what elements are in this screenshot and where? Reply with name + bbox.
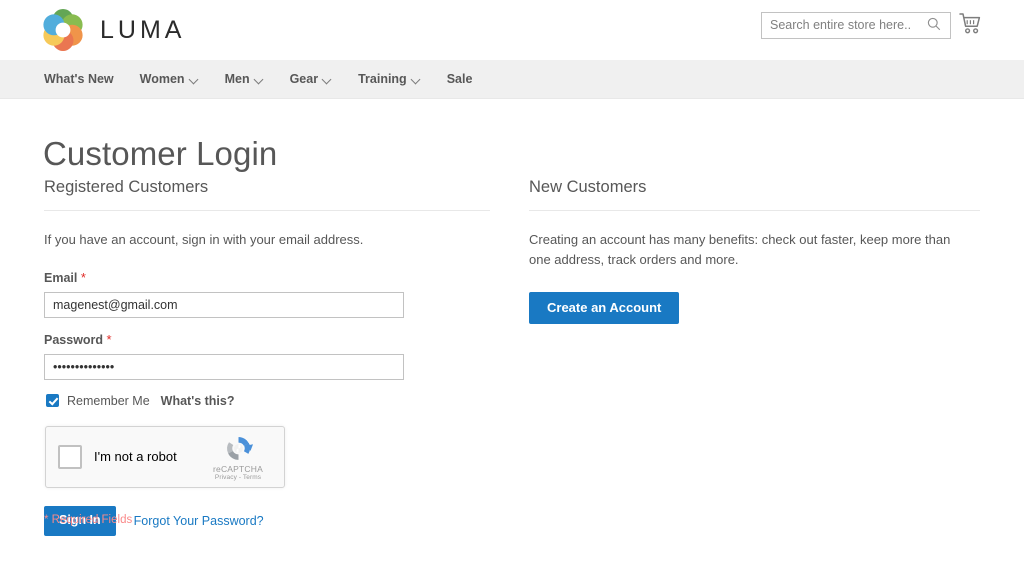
search-box[interactable]	[761, 12, 951, 39]
password-label-text: Password	[44, 332, 104, 347]
nav-item-women[interactable]: Women	[140, 72, 199, 86]
nav-label: Training	[358, 72, 407, 86]
remember-me-label: Remember Me	[67, 393, 150, 408]
remember-me-checkbox[interactable]	[46, 394, 59, 408]
nav-label: Sale	[446, 72, 473, 86]
chevron-down-icon	[255, 76, 264, 82]
password-field-group: Password *	[44, 332, 490, 380]
shopping-cart-icon	[959, 12, 983, 39]
search-input[interactable]	[762, 13, 920, 38]
recaptcha-label: I'm not a robot	[94, 449, 177, 465]
site-header: LUMA	[0, 0, 1024, 60]
new-customers-intro-text: Creating an account has many benefits: c…	[529, 231, 951, 267]
password-input[interactable]	[44, 353, 404, 380]
required-marker: *	[106, 331, 112, 347]
whats-this-link[interactable]: What's this?	[161, 394, 235, 408]
chevron-down-icon	[190, 76, 199, 82]
heading-divider	[529, 209, 980, 211]
forgot-password-link[interactable]: Forgot Your Password?	[134, 514, 264, 528]
recaptcha-brand-text: reCAPTCHA	[213, 463, 263, 474]
remember-me-row: Remember Me What's this?	[46, 394, 490, 408]
nav-label: Gear	[289, 72, 319, 86]
create-account-button[interactable]: Create an Account	[529, 292, 680, 325]
nav-item-training[interactable]: Training	[358, 72, 421, 86]
nav-item-gear[interactable]: Gear	[290, 72, 333, 86]
email-label-text: Email	[44, 270, 78, 285]
email-field-group: Email *	[44, 270, 490, 318]
page-title: Customer Login	[43, 135, 278, 173]
luma-logo-icon	[40, 7, 86, 53]
nav-label: Women	[139, 72, 185, 86]
recaptcha-terms-text[interactable]: Privacy - Terms	[201, 474, 275, 481]
registered-customers-block: Registered Customers If you have an acco…	[44, 178, 490, 536]
recaptcha-widget[interactable]: I'm not a robot reCAPTCHA Privacy - Term…	[45, 425, 285, 488]
nav-item-sale[interactable]: Sale	[447, 72, 473, 86]
recaptcha-branding: reCAPTCHA Privacy - Terms	[201, 433, 275, 481]
recaptcha-checkbox[interactable]	[58, 444, 82, 469]
password-label: Password *	[44, 332, 490, 347]
required-fields-note: * Required Fields	[44, 514, 133, 526]
customer-login-page: LUMA Search entire store here... What's …	[0, 0, 1024, 571]
chevron-down-icon	[412, 76, 421, 82]
nav-label: What's New	[44, 72, 114, 86]
new-customers-block: New Customers Creating an account has ma…	[529, 178, 980, 325]
search-button[interactable]	[920, 13, 948, 38]
cart-button[interactable]	[958, 12, 984, 38]
required-marker: *	[80, 269, 86, 285]
nav-label: Men	[224, 72, 250, 86]
chevron-down-icon	[323, 76, 332, 82]
search-icon	[927, 17, 941, 34]
email-input[interactable]	[44, 291, 404, 318]
site-logo[interactable]: LUMA	[40, 7, 185, 53]
heading-divider	[44, 209, 490, 211]
nav-item-men[interactable]: Men	[225, 72, 264, 86]
registered-customers-heading: Registered Customers	[44, 178, 209, 196]
nav-item-whats-new[interactable]: What's New	[44, 72, 114, 86]
new-customers-heading: New Customers	[529, 178, 647, 196]
recaptcha-logo-icon	[201, 433, 275, 464]
email-label: Email *	[44, 270, 490, 285]
main-navigation: What's New Women Men Gear Training Sale	[0, 60, 1024, 99]
login-intro-text: If you have an account, sign in with you…	[44, 231, 364, 247]
brand-name: LUMA	[100, 15, 186, 44]
